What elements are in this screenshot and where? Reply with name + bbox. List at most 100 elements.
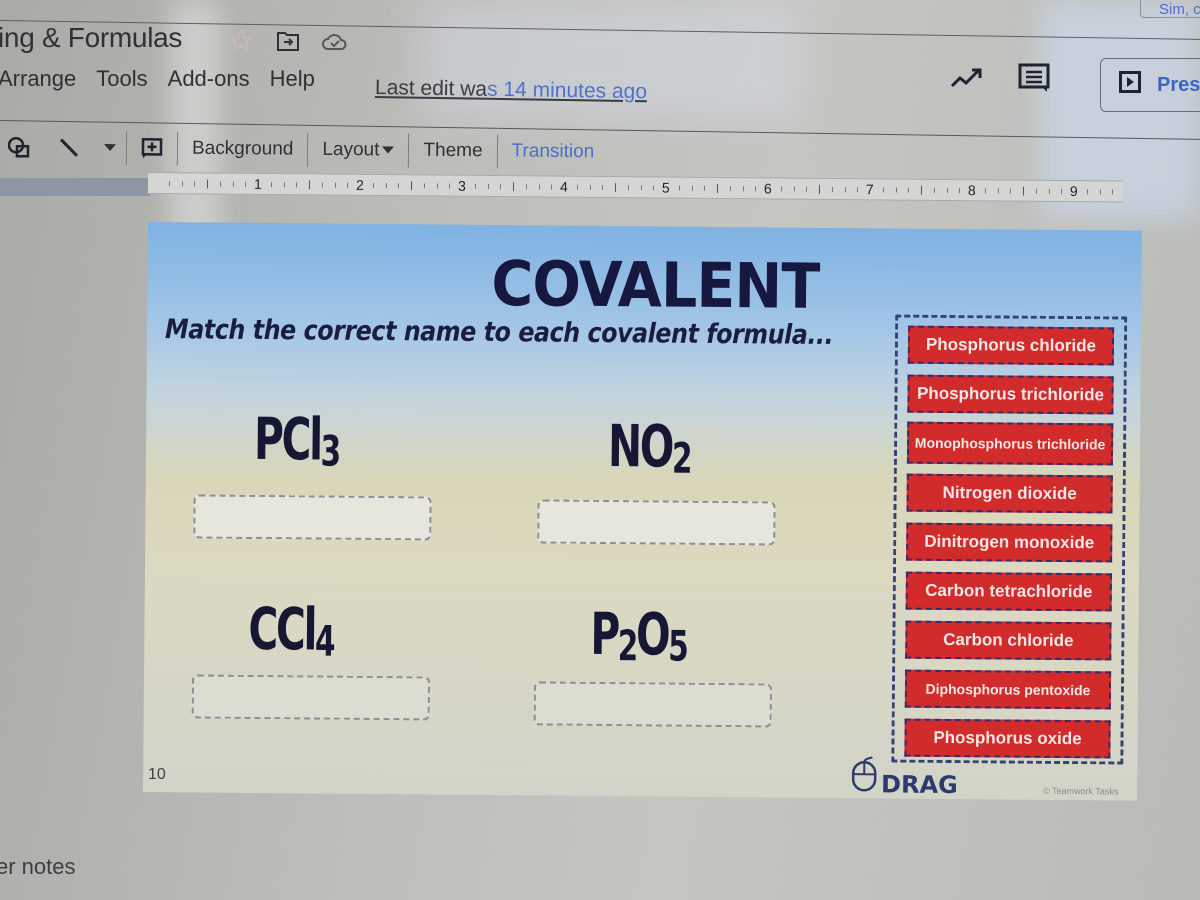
answer-chip[interactable]: Carbon chloride (905, 620, 1112, 661)
ruler-tick (270, 182, 272, 188)
theme-button[interactable]: Theme (409, 134, 496, 169)
cloud-saved-icon[interactable] (322, 31, 348, 51)
speaker-notes-label[interactable]: er notes (0, 854, 76, 880)
ruler-tick (538, 184, 540, 190)
ruler-tick (1035, 188, 1037, 194)
ruler-mark: 2 (355, 176, 364, 193)
ruler-tick (920, 185, 923, 195)
answer-chip[interactable]: Dinitrogen monoxide (906, 522, 1113, 563)
formula-ccl4[interactable]: CCl4 (248, 595, 333, 666)
play-icon (1119, 71, 1141, 99)
ruler-tick (640, 185, 642, 191)
formula-base: P (590, 599, 619, 669)
ruler-tick (946, 187, 948, 193)
toolbar: Background Layout Theme Transition (0, 128, 608, 171)
ruler-tick (857, 187, 859, 193)
ruler-tick (1022, 186, 1025, 196)
ruler-tick (908, 187, 910, 193)
answer-chip[interactable]: Diphosphorus pentoxide (904, 669, 1112, 710)
ruler-tick (742, 186, 744, 192)
line-tool[interactable] (44, 130, 94, 164)
slide-subtitle[interactable]: Match the correct name to each covalent … (165, 314, 833, 351)
slide-number: 10 (148, 766, 166, 783)
answer-chip[interactable]: Phosphorus trichloride (907, 374, 1114, 415)
answer-chip[interactable]: Nitrogen dioxide (906, 473, 1113, 514)
line-dropdown-icon[interactable] (94, 131, 126, 165)
menubar: Arrange Tools Add-ons Help (0, 66, 315, 92)
formula-subscript: 2 (671, 433, 691, 483)
answer-chip[interactable]: Phosphorus oxide (904, 718, 1111, 759)
formula-subscript: 5 (668, 621, 687, 671)
ruler-tick (793, 186, 795, 192)
answer-bank: Phosphorus chloride Phosphorus trichlori… (891, 314, 1128, 765)
formula-base: NO (607, 412, 673, 481)
answer-dropzone-no2[interactable] (537, 499, 776, 546)
ruler-mark: 5 (661, 179, 670, 196)
ruler-tick (729, 186, 731, 192)
ruler-tick (602, 184, 604, 190)
ruler-tick (283, 182, 285, 188)
formula-no2[interactable]: NO2 (608, 412, 691, 483)
ruler-tick (449, 183, 451, 189)
answer-dropzone-pcl3[interactable] (193, 494, 432, 541)
ruler-tick (168, 181, 170, 187)
last-edit-link[interactable]: Last edit was 14 minutes ago (375, 76, 647, 104)
menu-help[interactable]: Help (270, 66, 315, 92)
formula-pcl3[interactable]: PCl3 (254, 405, 339, 476)
document-title[interactable]: ing & Formulas (0, 22, 182, 54)
formula-p2o5[interactable]: P2O5 (590, 600, 687, 671)
horizontal-ruler[interactable]: 1 2 3 4 5 6 7 8 9 (147, 172, 1124, 203)
answer-dropzone-p2o5[interactable] (533, 681, 772, 728)
ruler-tick (818, 184, 821, 194)
ruler-tick (1099, 189, 1101, 195)
background-button[interactable]: Background (178, 132, 308, 167)
answer-chip[interactable]: Monophosphorus trichloride (906, 421, 1114, 466)
ruler-tick (1048, 188, 1050, 194)
account-chip[interactable]: Sim, c (1140, 0, 1200, 18)
move-to-folder-icon[interactable] (276, 30, 300, 52)
layout-button[interactable]: Layout (308, 133, 408, 168)
comments-icon[interactable] (1018, 62, 1050, 99)
activity-trend-icon[interactable] (950, 67, 984, 94)
ruler-tick (933, 187, 935, 193)
ruler-tick (614, 183, 617, 193)
answer-dropzone-ccl4[interactable] (191, 674, 431, 721)
transition-button[interactable]: Transition (497, 134, 608, 169)
ruler-tick (347, 182, 349, 188)
menu-tools[interactable]: Tools (96, 66, 147, 92)
star-icon[interactable] (228, 28, 254, 54)
ruler-tick (716, 183, 719, 193)
ruler-tick (245, 181, 247, 187)
ruler-tick (423, 183, 425, 189)
ruler-mark: 7 (865, 181, 874, 198)
ruler-tick (1086, 189, 1088, 195)
menu-add-ons[interactable]: Add-ons (168, 66, 250, 92)
ruler-tick (831, 186, 833, 192)
ruler-tick (436, 183, 438, 189)
answer-chip[interactable]: Carbon tetrachloride (905, 571, 1112, 612)
ruler-tick (653, 185, 655, 191)
ruler-tick (194, 181, 196, 187)
ruler-tick (1112, 189, 1114, 195)
ruler-tick (500, 184, 502, 190)
drag-label: DRAG (880, 770, 958, 800)
add-comment-icon[interactable] (127, 131, 177, 165)
mouse-icon (851, 756, 877, 798)
ruler-mark: 3 (457, 177, 466, 194)
menu-arrange[interactable]: Arrange (0, 66, 76, 92)
ruler-tick (474, 183, 476, 189)
ruler-tick (232, 181, 234, 187)
formula-base: CCl (248, 594, 316, 664)
ruler-mark: 6 (763, 180, 772, 197)
ruler-tick (882, 187, 884, 193)
slide-canvas[interactable]: COVALENT Match the correct name to each … (143, 222, 1142, 801)
ruler-tick (385, 183, 387, 189)
present-button[interactable]: Pres (1100, 58, 1200, 112)
ruler-tick (219, 181, 221, 187)
ruler-tick (780, 186, 782, 192)
slide-title[interactable]: COVALENT (491, 247, 819, 323)
ruler-tick (627, 185, 629, 191)
answer-chip[interactable]: Phosphorus chloride (907, 325, 1115, 366)
ruler-tick (334, 182, 336, 188)
textbox-tool[interactable] (0, 130, 44, 164)
